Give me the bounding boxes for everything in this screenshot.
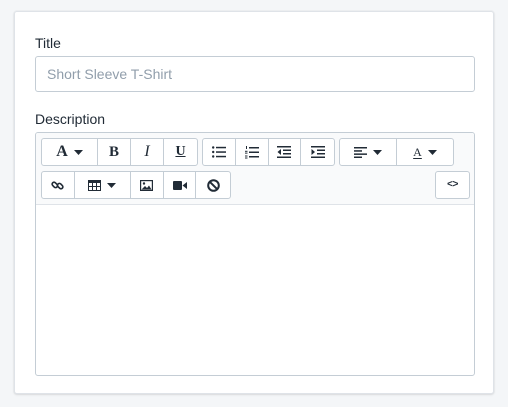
- chevron-down-icon: [427, 149, 437, 155]
- image-button[interactable]: [131, 172, 164, 198]
- insert-group: [41, 171, 231, 199]
- bullet-list-icon: [211, 146, 226, 158]
- title-input[interactable]: [35, 56, 475, 92]
- code-view-button[interactable]: <>: [436, 172, 469, 198]
- editor-toolbar: A B I U A <>: [36, 133, 474, 205]
- table-icon: [88, 179, 102, 191]
- description-content-area[interactable]: [36, 205, 474, 375]
- description-editor: A B I U A <>: [35, 132, 475, 376]
- link-button[interactable]: [42, 172, 75, 198]
- font-color-icon: A: [413, 145, 422, 159]
- chevron-down-icon: [107, 182, 117, 188]
- image-icon: [140, 179, 154, 191]
- font-color-dropdown-button[interactable]: A: [397, 139, 453, 165]
- clear-format-button[interactable]: [196, 172, 230, 198]
- chevron-down-icon: [73, 149, 83, 155]
- code-view-group: <>: [435, 171, 470, 199]
- table-dropdown-button[interactable]: [75, 172, 132, 198]
- link-icon: [51, 180, 65, 190]
- video-icon: [172, 180, 187, 190]
- numbered-list-icon: [244, 145, 259, 158]
- align-dropdown-button[interactable]: [340, 139, 397, 165]
- bold-icon: B: [108, 143, 119, 160]
- chevron-down-icon: [373, 149, 382, 155]
- indent-icon: [310, 146, 325, 158]
- product-card: Title Description A B I U: [14, 11, 494, 394]
- outdent-icon: [277, 146, 292, 158]
- clear-format-icon: [206, 178, 220, 192]
- title-label: Title: [35, 35, 61, 51]
- paragraph-group: A: [339, 138, 454, 166]
- underline-icon: U: [175, 144, 186, 159]
- font-icon: A: [56, 143, 68, 160]
- description-label: Description: [35, 111, 106, 127]
- numbered-list-button[interactable]: [236, 139, 269, 165]
- bullet-list-button[interactable]: [203, 139, 236, 165]
- font-dropdown-button[interactable]: A: [42, 139, 98, 165]
- video-button[interactable]: [164, 172, 197, 198]
- list-group: [202, 138, 335, 166]
- italic-icon: I: [144, 143, 150, 160]
- text-style-group: A B I U: [41, 138, 198, 166]
- italic-button[interactable]: I: [131, 139, 164, 165]
- underline-button[interactable]: U: [164, 139, 197, 165]
- align-left-icon: [354, 146, 367, 158]
- outdent-button[interactable]: [269, 139, 302, 165]
- indent-button[interactable]: [301, 139, 334, 165]
- bold-button[interactable]: B: [98, 139, 131, 165]
- html-code-icon: <>: [446, 179, 459, 191]
